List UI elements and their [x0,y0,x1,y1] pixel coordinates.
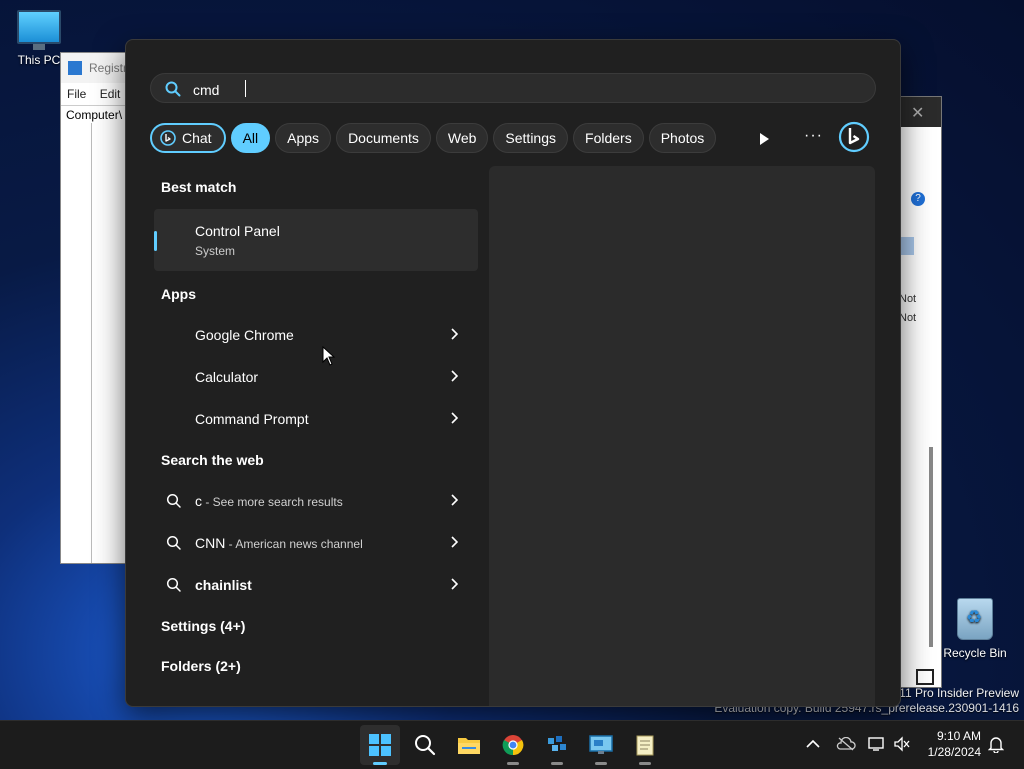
selection-indicator [154,231,157,251]
play-more-filters-icon[interactable] [754,129,774,149]
system-clock[interactable]: 9:10 AM 1/28/2024 [917,728,981,760]
chevron-up-icon[interactable] [806,739,820,749]
filter-chat[interactable]: Chat [150,123,226,153]
chevron-right-icon[interactable] [450,412,458,424]
taskbar-start-button[interactable] [360,725,400,765]
result-google-chrome[interactable]: Google Chrome [154,315,478,355]
section-settings[interactable]: Settings (4+) [161,618,245,634]
chevron-right-icon[interactable] [450,494,458,506]
filter-settings[interactable]: Settings [493,123,569,153]
close-icon[interactable]: ✕ [911,103,924,123]
more-options-icon[interactable]: ··· [804,127,823,145]
chrome-icon [502,735,524,756]
web-term: c [195,493,202,509]
search-input[interactable] [191,79,795,101]
clock-date: 1/28/2024 [927,745,981,759]
filter-web[interactable]: Web [435,123,489,153]
result-label: Google Chrome [195,327,294,343]
result-title: Control Panel [195,223,280,239]
best-match-control-panel[interactable]: Control Panel System [154,209,478,271]
windows-start-icon [369,734,391,756]
chevron-right-icon[interactable] [450,536,458,548]
result-label: chainlist [195,577,252,593]
result-label: Calculator [195,369,259,385]
search-filter-bar: Chat All Apps Documents Web Settings Fol… [150,122,721,154]
result-label: c - See more search results [195,493,343,509]
maximize-icon[interactable] [916,669,934,685]
registry-editor-icon [68,61,82,75]
filter-photos[interactable]: Photos [648,123,717,153]
web-result-c[interactable]: c - See more search results [154,481,478,521]
search-box[interactable] [150,73,876,103]
web-description: - American news channel [225,537,363,551]
taskbar-search-button[interactable] [405,725,445,765]
taskbar-notepad[interactable] [625,725,665,765]
result-label: CNN - American news channel [195,535,363,551]
section-folders[interactable]: Folders (2+) [161,658,241,674]
result-label: Command Prompt [195,411,309,427]
section-apps: Apps [161,286,196,302]
result-command-prompt[interactable]: Command Prompt [154,399,478,439]
bing-chat-icon [160,130,176,146]
filter-apps[interactable]: Apps [275,123,332,153]
running-indicator [639,762,651,765]
taskbar-file-explorer[interactable] [449,725,489,765]
mouse-cursor-icon [322,346,336,366]
taskbar: 9:10 AM 1/28/2024 [0,720,1024,769]
taskbar-registry-editor[interactable] [537,725,577,765]
running-indicator [595,762,607,765]
bing-icon[interactable] [838,121,870,153]
network-icon[interactable] [868,736,886,752]
volume-muted-icon[interactable] [893,736,911,752]
search-icon [415,735,436,756]
chevron-right-icon[interactable] [450,370,458,382]
section-best-match: Best match [161,179,237,195]
clock-time: 9:10 AM [936,729,981,743]
filter-all[interactable]: All [230,123,271,153]
running-indicator [507,762,519,765]
section-search-web: Search the web [161,452,264,468]
chevron-right-icon[interactable] [450,328,458,340]
notification-bell-icon[interactable] [988,735,1004,753]
search-icon [166,535,181,550]
search-icon [166,493,181,508]
onedrive-offline-icon[interactable] [836,737,856,751]
web-term: chainlist [195,577,252,593]
filter-label: Chat [182,130,212,146]
chevron-right-icon[interactable] [450,578,458,590]
recycle-bin-icon [957,598,993,640]
menu-edit[interactable]: Edit [100,87,121,101]
running-indicator [551,762,563,765]
remote-desktop-icon [589,735,613,754]
desktop-icon-recycle-bin[interactable]: Recycle Bin [940,598,1010,660]
scrollbar[interactable] [929,447,933,647]
filter-folders[interactable]: Folders [573,123,644,153]
search-icon [166,577,181,592]
search-panel: Chat All Apps Documents Web Settings Fol… [125,39,901,707]
text-caret [245,80,246,97]
web-description: - See more search results [202,495,343,509]
notepad-icon [636,735,654,756]
text-fragment: Not [899,293,917,305]
monitor-icon [17,10,61,50]
result-subtitle: System [195,244,236,258]
window-title: Registr [89,61,128,75]
web-term: CNN [195,535,226,551]
web-result-cnn[interactable]: CNN - American news channel [154,523,478,563]
result-preview-pane [489,166,875,706]
text-fragment: Not [899,312,917,324]
file-explorer-icon [458,738,480,754]
menu-file[interactable]: File [67,87,86,101]
desktop-icon-label: Recycle Bin [943,646,1007,660]
active-indicator [373,762,387,765]
search-icon [165,81,181,97]
filter-documents[interactable]: Documents [336,123,431,153]
taskbar-chrome[interactable] [493,725,533,765]
registry-editor-icon [548,736,566,751]
help-icon[interactable]: ? [911,192,925,206]
taskbar-remote-desktop[interactable] [581,725,621,765]
web-result-chainlist[interactable]: chainlist [154,565,478,605]
result-calculator[interactable]: Calculator [154,357,478,397]
